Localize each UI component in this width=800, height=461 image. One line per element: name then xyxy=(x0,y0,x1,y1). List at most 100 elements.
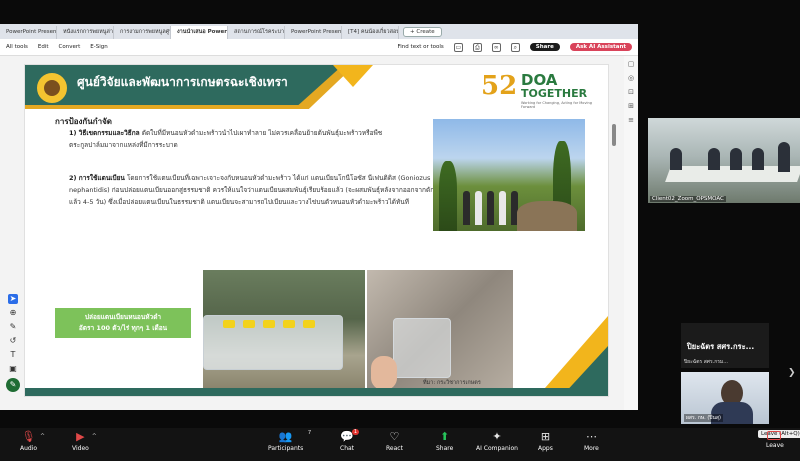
print-icon[interactable]: ⎙ xyxy=(472,42,482,52)
comment-icon[interactable]: ▢ xyxy=(627,60,636,69)
participant-name: ผสร. กษ. (ปิ่นสุ) xyxy=(684,414,723,422)
shared-screen: PowerPoint Presentation× หนังแรกการพยหนู… xyxy=(0,24,638,410)
person xyxy=(708,148,720,170)
leave-icon[interactable] xyxy=(767,431,781,440)
doa-seal-logo xyxy=(35,71,69,105)
menu-edit[interactable]: Edit xyxy=(38,44,49,50)
annotate-icon[interactable]: ✎ xyxy=(6,378,20,392)
tree xyxy=(439,161,457,231)
footer-band xyxy=(25,388,608,396)
chat-badge: 1 xyxy=(351,429,360,435)
right-tool-rail: ▢ ◎ ⊡ ⊞ ≡ xyxy=(624,56,638,410)
menu-all-tools[interactable]: All tools xyxy=(6,44,28,50)
apps-button[interactable]: ⊞ Apps xyxy=(538,430,553,453)
search-icon[interactable]: ⌕ xyxy=(510,42,520,52)
participant-video-room[interactable]: Client02_Zoom_OPSMOAC xyxy=(648,118,800,203)
stamp-icon[interactable]: ▣ xyxy=(8,364,18,374)
tab-label: งานนำเสนอ PowerPoint xyxy=(177,29,227,35)
person xyxy=(670,148,682,170)
doa-line2: TOGETHER xyxy=(521,87,588,100)
tab-4-active[interactable]: งานนำเสนอ PowerPoint× xyxy=(171,26,228,39)
vial-cap xyxy=(303,320,315,328)
participant-video-self[interactable]: ผสร. กษ. (ปิ่นสุ) xyxy=(681,372,769,424)
person xyxy=(730,148,742,170)
ai-companion-button[interactable]: ✦ AI Companion xyxy=(476,431,518,453)
menu-convert[interactable]: Convert xyxy=(59,44,81,50)
participants-label: Participants xyxy=(268,445,304,452)
participants-icon: 👥 xyxy=(278,430,293,443)
menu-esign[interactable]: E-Sign xyxy=(90,44,107,50)
lasso-icon[interactable]: ↺ xyxy=(8,336,18,346)
participants-count: 7 xyxy=(307,430,312,436)
hand xyxy=(371,356,397,390)
vial-cap xyxy=(243,320,255,328)
vial-photo xyxy=(367,270,513,392)
participant-name: ปิยะฉัตร สศร.กรม... xyxy=(684,359,728,365)
doa-tagline: Working for Changing, Acting for Moving … xyxy=(521,101,592,109)
tab-1[interactable]: PowerPoint Presentation× xyxy=(0,26,57,39)
react-label: React xyxy=(386,445,403,452)
method-1: 1) วิธีเขตกรรมและวิธีกล ตัดใบที่มีหนอนหั… xyxy=(69,127,399,151)
tab-3[interactable]: การงามการพยหนูลศูนย์ส่งเสริมที่ 4...× xyxy=(114,26,171,39)
release-line1: ปล่อยแตนเบียนหนอนหัวดำ xyxy=(84,313,162,321)
chevron-up-icon[interactable]: ^ xyxy=(40,433,45,440)
participant-name-tile[interactable]: ปิยะฉัตร สศร.กระ... ปิยะฉัตร สศร.กรม... xyxy=(681,323,769,368)
video-button[interactable]: ▶ Video ^ xyxy=(72,430,97,453)
ai-companion-label: AI Companion xyxy=(476,445,518,452)
more-label: More xyxy=(584,445,599,452)
apps-icon: ⊞ xyxy=(540,430,551,443)
tab-6[interactable]: PowerPoint Presentation× xyxy=(285,26,342,39)
tab-label: PowerPoint Presentation xyxy=(291,29,342,35)
more-button[interactable]: ⋯ More xyxy=(584,431,599,453)
layers-icon[interactable]: ≡ xyxy=(627,116,636,125)
presentation-slide: ศูนย์วิจัยและพัฒนาการเกษตรฉะเชิงเทรา 52 … xyxy=(24,64,609,397)
person xyxy=(487,191,494,225)
field-photo xyxy=(433,119,585,231)
chat-button[interactable]: 💬 1 Chat xyxy=(340,429,360,452)
save-icon[interactable]: ▭ xyxy=(453,42,463,52)
create-tab-button[interactable]: + Create xyxy=(403,27,442,37)
share-label: Share xyxy=(436,445,454,452)
leave-button[interactable]: Leave xyxy=(766,442,784,449)
chat-label: Chat xyxy=(340,445,355,452)
left-tool-rail: ➤ ⊕ ✎ ↺ T ▣ ✎ xyxy=(6,294,20,409)
tab-label: PowerPoint Presentation xyxy=(6,29,57,35)
vial-cap xyxy=(223,320,235,328)
method-2-text: โดยการใช้แตนเบียนที่เฉพาะเจาะจงกับหนอนหั… xyxy=(69,174,443,206)
share-button[interactable]: Share xyxy=(529,43,560,51)
bookmark-icon[interactable]: ⊡ xyxy=(627,88,636,97)
audio-button[interactable]: 🎙 Audio ^ xyxy=(20,430,45,453)
ai-icon[interactable]: ◎ xyxy=(627,74,636,83)
chevron-right-icon[interactable]: ❯ xyxy=(788,368,796,378)
tab-7[interactable]: [T4] คนน้องเกี่ยวสอนหน้าจำบน...× xyxy=(342,26,399,39)
chevron-up-icon[interactable]: ^ xyxy=(92,433,97,440)
vertical-scrollbar[interactable] xyxy=(612,124,616,146)
slide-title: ศูนย์วิจัยและพัฒนาการเกษตรฉะเชิงเทรา xyxy=(77,75,288,89)
find-text-field[interactable]: Find text or tools xyxy=(398,44,444,50)
attachment-icon[interactable]: ⊞ xyxy=(627,102,636,111)
participants-button[interactable]: 👥 7 Participants xyxy=(268,430,311,452)
method-1-title: 1) วิธีเขตกรรมและวิธีกล xyxy=(69,129,140,137)
person xyxy=(499,191,506,225)
video-off-icon: ▶ xyxy=(76,430,85,443)
zoom-icon[interactable]: ⊕ xyxy=(8,308,18,318)
react-button[interactable]: ♡ React xyxy=(386,431,403,453)
doa-number: 52 xyxy=(481,71,518,101)
tab-5[interactable]: สถานการณ์โรคระบาดที่เวกัดการฆิ...× xyxy=(228,26,285,39)
vial-cap xyxy=(263,320,275,328)
participant-name: Client02_Zoom_OPSMOAC xyxy=(650,196,726,202)
ai-assistant-button[interactable]: Ask AI Assistant xyxy=(569,43,632,51)
tab-2[interactable]: หนังแรกการพยหนูล่าแก่ 05.1...× xyxy=(57,26,114,39)
text-icon[interactable]: T xyxy=(8,350,18,360)
tab-label: สถานการณ์โรคระบาดที่เวกัดการฆิ... xyxy=(234,29,285,35)
select-cursor-icon[interactable]: ➤ xyxy=(8,294,18,304)
method-2: 2) การใช้แตนเบียน โดยการใช้แตนเบียนที่เฉ… xyxy=(69,172,449,208)
browser-tab-strip: PowerPoint Presentation× หนังแรกการพยหนู… xyxy=(0,24,638,39)
audio-label: Audio xyxy=(20,445,38,452)
muted-mic-icon: 🎙 xyxy=(21,430,36,443)
share-screen-button[interactable]: ⬆ Share xyxy=(436,431,454,453)
person xyxy=(475,191,482,225)
tab-label: [T4] คนน้องเกี่ยวสอนหน้าจำบน... xyxy=(348,29,398,35)
link-icon[interactable]: ∞ xyxy=(491,42,501,52)
pen-icon[interactable]: ✎ xyxy=(8,322,18,332)
